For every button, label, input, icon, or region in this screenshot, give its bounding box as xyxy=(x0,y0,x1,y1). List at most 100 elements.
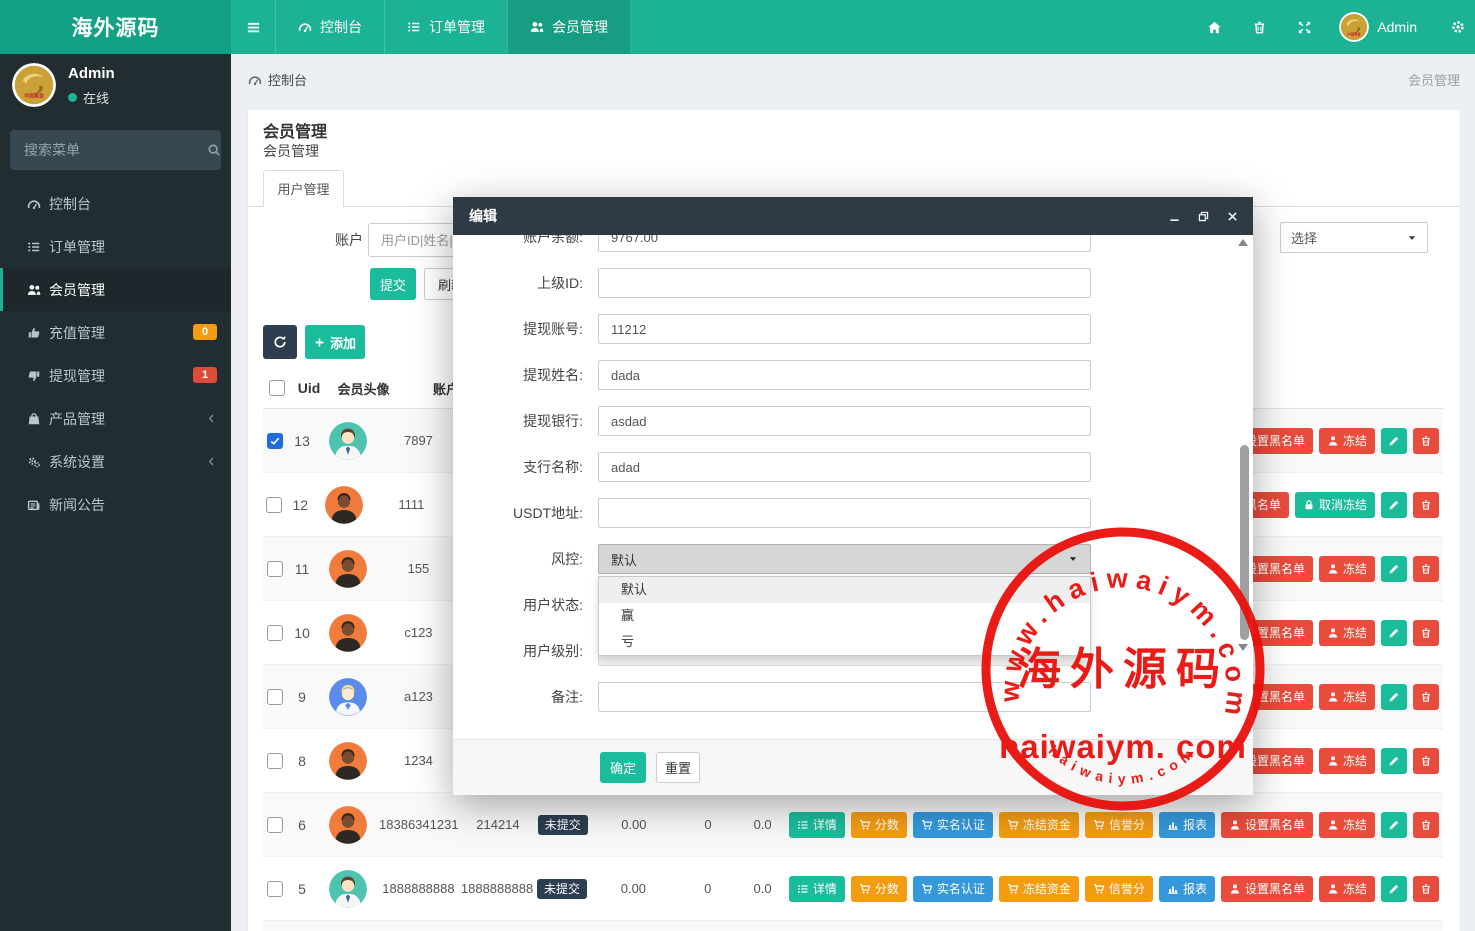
credit-button[interactable]: 信誉分 xyxy=(1085,876,1153,902)
risk-option-2[interactable]: 亏 xyxy=(599,629,1090,655)
sidebar-toggle[interactable] xyxy=(231,0,275,54)
modal-field-label: USDT地址: xyxy=(453,503,598,523)
row-checkbox[interactable] xyxy=(267,625,283,641)
person-icon xyxy=(1229,819,1241,831)
freeze-funds-button[interactable]: 冻结资金 xyxy=(999,812,1079,838)
delete-button[interactable] xyxy=(1413,684,1439,710)
verify-button[interactable]: 实名认证 xyxy=(913,876,993,902)
sidebar-item-3[interactable]: 充值管理0 xyxy=(0,311,231,354)
freeze-button[interactable]: 冻结 xyxy=(1319,620,1375,646)
row-checkbox[interactable] xyxy=(267,561,283,577)
add-button[interactable]: 添加 xyxy=(305,325,365,359)
delete-button[interactable] xyxy=(1413,428,1439,454)
edit-button[interactable] xyxy=(1381,556,1407,582)
sidebar-item-1[interactable]: 订单管理 xyxy=(0,225,231,268)
freeze-button[interactable]: 冻结 xyxy=(1319,812,1375,838)
delete-button[interactable] xyxy=(1413,876,1439,902)
edit-button[interactable] xyxy=(1381,428,1407,454)
close-icon[interactable] xyxy=(1226,210,1239,223)
admin-avatar[interactable]: 中国黄金 xyxy=(1339,12,1369,42)
scrollbar-thumb[interactable] xyxy=(1240,445,1249,640)
sidebar-item-4[interactable]: 提现管理1 xyxy=(0,354,231,397)
modal-header[interactable]: 编辑 xyxy=(453,197,1253,235)
score-button[interactable]: 分数 xyxy=(851,876,907,902)
edit-button[interactable] xyxy=(1381,812,1407,838)
modal-field-input-3[interactable] xyxy=(598,360,1091,390)
modal-field-input-10[interactable] xyxy=(598,682,1091,712)
sidebar-item-7[interactable]: 新闻公告 xyxy=(0,483,231,526)
edit-button[interactable] xyxy=(1381,748,1407,774)
risk-option-0[interactable]: 默认 xyxy=(599,577,1090,603)
modal-field-input-2[interactable] xyxy=(598,314,1091,344)
admin-label[interactable]: Admin xyxy=(1377,19,1417,35)
modal-field-input-6[interactable] xyxy=(598,498,1091,528)
delete-button[interactable] xyxy=(1413,748,1439,774)
top-menu-item-2[interactable]: 会员管理 xyxy=(507,0,631,54)
sidebar-item-0[interactable]: 控制台 xyxy=(0,182,231,225)
freeze-button[interactable]: 冻结 xyxy=(1319,876,1375,902)
modal-field-input-4[interactable] xyxy=(598,406,1091,436)
freeze-button[interactable]: 冻结 xyxy=(1319,684,1375,710)
restore-icon[interactable] xyxy=(1197,210,1210,223)
sidebar-item-5[interactable]: 产品管理 xyxy=(0,397,231,440)
risk-option-1[interactable]: 赢 xyxy=(599,603,1090,629)
sidebar-item-2[interactable]: 会员管理 xyxy=(0,268,231,311)
breadcrumb-left[interactable]: 控制台 xyxy=(248,70,307,89)
delete-button[interactable] xyxy=(1413,492,1439,518)
row-checkbox[interactable] xyxy=(267,753,283,769)
unfreeze-button[interactable]: 取消冻结 xyxy=(1295,492,1375,518)
sidebar-search-input[interactable] xyxy=(22,141,207,159)
sidebar-item-6[interactable]: 系统设置 xyxy=(0,440,231,483)
modal-field-input-0[interactable] xyxy=(598,235,1091,252)
trash-button[interactable] xyxy=(1237,20,1282,35)
risk-select[interactable]: 默认 xyxy=(598,544,1091,574)
edit-button[interactable] xyxy=(1381,492,1407,518)
freeze-button[interactable]: 冻结 xyxy=(1319,428,1375,454)
tab-user-management[interactable]: 用户管理 xyxy=(263,170,344,206)
details-button[interactable]: 详情 xyxy=(789,876,845,902)
row-checkbox[interactable] xyxy=(267,689,283,705)
modal-field-label: 用户状态: xyxy=(453,595,598,615)
row-checkbox[interactable] xyxy=(267,881,283,897)
reset-button[interactable]: 重置 xyxy=(656,752,700,783)
delete-button[interactable] xyxy=(1413,620,1439,646)
minimize-icon[interactable] xyxy=(1168,210,1181,223)
table-refresh-button[interactable] xyxy=(263,325,297,359)
modal-field-input-5[interactable] xyxy=(598,452,1091,482)
brand-logo[interactable]: 海外源码 xyxy=(0,0,231,54)
blacklist-button[interactable]: 设置黑名单 xyxy=(1221,876,1313,902)
confirm-button[interactable]: 确定 xyxy=(600,752,646,783)
scrollbar-up-arrow[interactable] xyxy=(1238,239,1248,246)
home-button[interactable] xyxy=(1192,20,1237,35)
row-checkbox[interactable] xyxy=(267,433,283,449)
verify-button[interactable]: 实名认证 xyxy=(913,812,993,838)
scrollbar-down-arrow[interactable] xyxy=(1238,644,1248,651)
settings-button[interactable] xyxy=(1435,19,1475,35)
edit-button[interactable] xyxy=(1381,620,1407,646)
top-menu-item-1[interactable]: 订单管理 xyxy=(384,0,507,54)
freeze-button[interactable]: 冻结 xyxy=(1319,748,1375,774)
score-button[interactable]: 分数 xyxy=(851,812,907,838)
edit-button[interactable] xyxy=(1381,684,1407,710)
search-icon[interactable] xyxy=(207,143,221,157)
status-select[interactable]: 选择 xyxy=(1280,222,1428,253)
dashboard-icon xyxy=(27,197,49,211)
top-menu-item-0[interactable]: 控制台 xyxy=(275,0,384,54)
freeze-button[interactable]: 冻结 xyxy=(1319,556,1375,582)
select-all-checkbox[interactable] xyxy=(269,380,285,396)
report-button[interactable]: 报表 xyxy=(1159,876,1215,902)
report-button[interactable]: 报表 xyxy=(1159,812,1215,838)
modal-field-row: 支行名称: xyxy=(453,452,1253,482)
delete-button[interactable] xyxy=(1413,812,1439,838)
details-button[interactable]: 详情 xyxy=(789,812,845,838)
blacklist-button[interactable]: 设置黑名单 xyxy=(1221,812,1313,838)
freeze-funds-button[interactable]: 冻结资金 xyxy=(999,876,1079,902)
edit-button[interactable] xyxy=(1381,876,1407,902)
row-checkbox[interactable] xyxy=(266,497,282,513)
modal-field-input-1[interactable] xyxy=(598,268,1091,298)
row-checkbox[interactable] xyxy=(267,817,283,833)
submit-button[interactable]: 提交 xyxy=(370,268,416,300)
delete-button[interactable] xyxy=(1413,556,1439,582)
credit-button[interactable]: 信誉分 xyxy=(1085,812,1153,838)
fullscreen-button[interactable] xyxy=(1282,20,1327,35)
